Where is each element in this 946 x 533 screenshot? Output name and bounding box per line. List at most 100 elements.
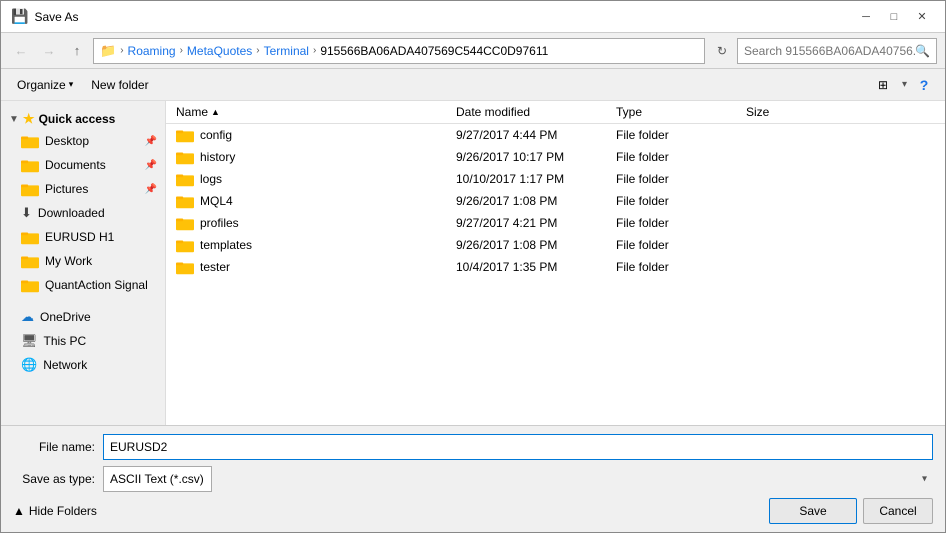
- column-type[interactable]: Type: [616, 105, 746, 119]
- minimize-button[interactable]: ─: [853, 7, 879, 27]
- file-name-cell: profiles: [176, 215, 456, 231]
- sidebar-quantaction-label: QuantAction Signal: [45, 278, 148, 292]
- sidebar-onedrive-label: OneDrive: [40, 310, 91, 324]
- sidebar: ▼ ★ Quick access Desktop 📌 Documents 📌: [1, 101, 166, 425]
- back-button[interactable]: ←: [9, 39, 33, 63]
- sidebar-item-thispc[interactable]: 🖥 This PC: [1, 329, 165, 353]
- breadcrumb-roaming[interactable]: Roaming: [128, 44, 176, 58]
- breadcrumb-current: 915566BA06ADA407569C544CC0D97611: [320, 44, 548, 58]
- table-row[interactable]: profiles 9/27/2017 4:21 PM File folder: [166, 212, 945, 234]
- refresh-button[interactable]: ↻: [711, 40, 733, 62]
- forward-button[interactable]: →: [37, 39, 61, 63]
- sidebar-item-onedrive[interactable]: ☁ OneDrive: [1, 305, 165, 329]
- file-type: File folder: [616, 194, 746, 208]
- hide-folders-button[interactable]: ▲ Hide Folders: [13, 504, 97, 518]
- sort-arrow-icon: ▲: [211, 107, 220, 117]
- bottom-area: File name: Save as type: ASCII Text (*.c…: [1, 425, 945, 532]
- table-row[interactable]: tester 10/4/2017 1:35 PM File folder: [166, 256, 945, 278]
- sidebar-pictures-label: Pictures: [45, 182, 88, 196]
- folder-icon: [21, 181, 39, 197]
- file-name: config: [200, 128, 232, 142]
- table-row[interactable]: MQL4 9/26/2017 1:08 PM File folder: [166, 190, 945, 212]
- navigation-toolbar: ← → ↑ 📁 › Roaming › MetaQuotes › Termina…: [1, 33, 945, 69]
- column-date[interactable]: Date modified: [456, 105, 616, 119]
- column-size[interactable]: Size: [746, 105, 826, 119]
- organize-button[interactable]: Organize ▾: [11, 76, 79, 94]
- quick-access-header[interactable]: ▼ ★ Quick access: [1, 105, 165, 129]
- dialog-title: Save As: [34, 10, 78, 24]
- save-button[interactable]: Save: [769, 498, 857, 524]
- new-folder-button[interactable]: New folder: [85, 76, 154, 94]
- save-as-dialog: 💾 Save As ─ □ ✕ ← → ↑ 📁 › Roaming › Meta…: [0, 0, 946, 533]
- quick-access-label: Quick access: [39, 112, 116, 126]
- sidebar-item-network[interactable]: 🌐 Network: [1, 353, 165, 377]
- filename-input[interactable]: [103, 434, 933, 460]
- organize-dropdown-icon: ▾: [69, 79, 74, 90]
- sidebar-item-documents[interactable]: Documents 📌: [1, 153, 165, 177]
- pictures-pin-icon: 📌: [145, 184, 157, 195]
- select-dropdown-icon: ▾: [922, 474, 927, 485]
- file-name: tester: [200, 260, 230, 274]
- file-rows-container: config 9/27/2017 4:44 PM File folder his…: [166, 124, 945, 278]
- table-row[interactable]: templates 9/26/2017 1:08 PM File folder: [166, 234, 945, 256]
- file-date: 9/27/2017 4:44 PM: [456, 128, 616, 142]
- file-area: Name ▲ Date modified Type Size: [166, 101, 945, 425]
- filetype-label: Save as type:: [13, 472, 103, 486]
- filetype-select[interactable]: ASCII Text (*.csv) CSV (*.csv) Text (*.t…: [103, 466, 212, 492]
- cancel-label: Cancel: [879, 504, 916, 518]
- hide-folders-label: Hide Folders: [29, 504, 97, 518]
- sidebar-item-quantaction[interactable]: QuantAction Signal: [1, 273, 165, 297]
- search-box[interactable]: 🔍: [737, 38, 937, 64]
- sidebar-item-eurusd[interactable]: EURUSD H1: [1, 225, 165, 249]
- folder-icon: [21, 229, 39, 245]
- sidebar-item-pictures[interactable]: Pictures 📌: [1, 177, 165, 201]
- view-icon: ⊞: [878, 78, 888, 92]
- breadcrumb-icon: 📁: [100, 43, 116, 59]
- title-bar: 💾 Save As ─ □ ✕: [1, 1, 945, 33]
- table-row[interactable]: history 9/26/2017 10:17 PM File folder: [166, 146, 945, 168]
- view-dropdown-arrow: ▾: [902, 79, 907, 90]
- main-toolbar: Organize ▾ New folder ⊞ ▾ ?: [1, 69, 945, 101]
- sidebar-item-desktop[interactable]: Desktop 📌: [1, 129, 165, 153]
- breadcrumb-terminal[interactable]: Terminal: [264, 44, 309, 58]
- file-type: File folder: [616, 238, 746, 252]
- content-area: ▼ ★ Quick access Desktop 📌 Documents 📌: [1, 101, 945, 425]
- folder-icon: [176, 149, 194, 165]
- sidebar-item-mywork[interactable]: My Work: [1, 249, 165, 273]
- maximize-button[interactable]: □: [881, 7, 907, 27]
- save-label: Save: [799, 504, 826, 518]
- search-input[interactable]: [744, 44, 915, 58]
- folder-icon: [176, 215, 194, 231]
- folder-icon: [176, 193, 194, 209]
- breadcrumb-metaquotes[interactable]: MetaQuotes: [187, 44, 252, 58]
- folder-icon: [21, 277, 39, 293]
- documents-pin-icon: 📌: [145, 160, 157, 171]
- onedrive-icon: ☁: [21, 309, 34, 325]
- new-folder-label: New folder: [91, 78, 148, 92]
- folder-icon: [176, 237, 194, 253]
- quick-access-icon: ★: [23, 111, 35, 127]
- hide-folders-arrow-icon: ▲: [13, 504, 25, 518]
- file-date: 9/26/2017 1:08 PM: [456, 194, 616, 208]
- file-name-cell: config: [176, 127, 456, 143]
- sidebar-downloaded-label: Downloaded: [38, 206, 105, 220]
- view-toggle-button[interactable]: ⊞: [870, 74, 896, 96]
- download-icon: ⬇: [21, 205, 32, 221]
- help-button[interactable]: ?: [913, 74, 935, 96]
- file-type: File folder: [616, 172, 746, 186]
- cancel-button[interactable]: Cancel: [863, 498, 933, 524]
- file-date: 9/26/2017 1:08 PM: [456, 238, 616, 252]
- table-row[interactable]: logs 10/10/2017 1:17 PM File folder: [166, 168, 945, 190]
- address-bar[interactable]: 📁 › Roaming › MetaQuotes › Terminal › 91…: [93, 38, 705, 64]
- folder-icon: [176, 259, 194, 275]
- organize-label: Organize: [17, 78, 66, 92]
- close-button[interactable]: ✕: [909, 7, 935, 27]
- sidebar-mywork-label: My Work: [45, 254, 92, 268]
- up-button[interactable]: ↑: [65, 39, 89, 63]
- filetype-row: Save as type: ASCII Text (*.csv) CSV (*.…: [13, 466, 933, 492]
- table-row[interactable]: config 9/27/2017 4:44 PM File folder: [166, 124, 945, 146]
- sidebar-item-downloaded[interactable]: ⬇ Downloaded: [1, 201, 165, 225]
- title-bar-left: 💾 Save As: [11, 8, 78, 25]
- filename-label: File name:: [13, 440, 103, 454]
- column-name[interactable]: Name ▲: [176, 105, 456, 119]
